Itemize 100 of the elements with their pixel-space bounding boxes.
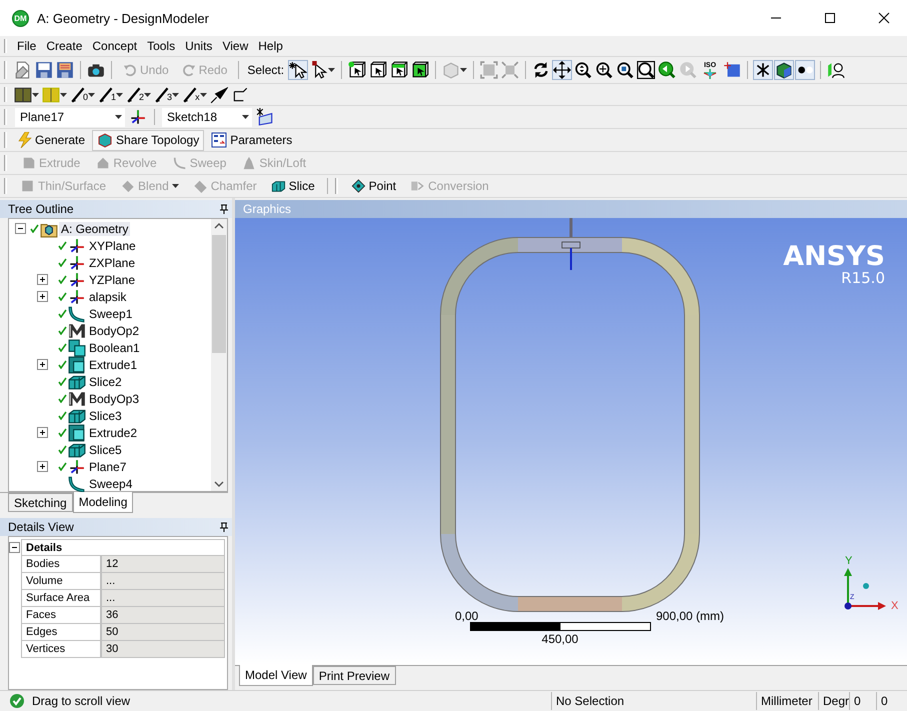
redo-icon	[182, 63, 196, 77]
figure-icon[interactable]	[827, 61, 846, 79]
caret-icon[interactable]	[115, 115, 122, 119]
tree-item[interactable]: YZPlane	[87, 272, 138, 286]
caret-icon[interactable]	[200, 92, 207, 96]
plane-icon	[68, 254, 86, 272]
collapse-icon[interactable]	[9, 542, 20, 553]
pin-icon[interactable]	[220, 204, 228, 214]
tree-item[interactable]: Boolean1	[87, 340, 142, 354]
tree-item[interactable]: alapsik	[87, 290, 128, 304]
expand-icon[interactable]	[37, 461, 48, 472]
face-select-icon[interactable]	[390, 61, 408, 79]
body-select-icon[interactable]	[411, 61, 430, 79]
tree-item[interactable]: Extrude1	[87, 358, 140, 372]
save-icon[interactable]	[35, 61, 53, 79]
tree-item[interactable]: Sweep1	[87, 306, 134, 320]
zoom-to-fit-icon[interactable]	[616, 61, 634, 79]
subscript-label: 1	[111, 92, 116, 102]
tree-item[interactable]: Extrude2	[87, 426, 140, 440]
menu-item[interactable]: Tools	[143, 39, 180, 53]
chamfer-icon	[192, 179, 208, 193]
plane-icon	[68, 458, 86, 476]
caret-icon[interactable]	[116, 92, 124, 96]
property-value: ...	[101, 590, 225, 607]
previous-view-icon[interactable]	[658, 61, 676, 79]
slice-icon	[270, 179, 286, 193]
blend-icon	[120, 179, 136, 193]
scale-label: 900,00 (mm)	[656, 609, 724, 623]
expand-icon[interactable]	[37, 359, 48, 370]
axis-label: X	[891, 600, 898, 612]
pin-icon[interactable]	[210, 86, 228, 104]
scrollbar[interactable]	[211, 219, 227, 491]
plane-icon[interactable]	[129, 108, 147, 126]
vertex-select-icon[interactable]	[348, 61, 366, 79]
panel-tab[interactable]: Modeling	[72, 492, 134, 513]
caret-icon[interactable]	[328, 68, 336, 72]
expand-icon[interactable]	[37, 427, 48, 438]
view-tab[interactable]: Model View	[239, 665, 313, 686]
menu-item[interactable]: File	[13, 39, 40, 53]
axis-triad-drawing	[844, 568, 886, 610]
toolbar-button[interactable]: Point	[346, 176, 402, 196]
rotate-icon[interactable]	[532, 61, 550, 79]
swatch-icon[interactable]	[42, 86, 60, 104]
property-value: 50	[101, 624, 225, 641]
toolbar-button[interactable]: Slice	[266, 176, 320, 196]
tree-item[interactable]: Plane7	[87, 460, 128, 474]
caret-icon[interactable]	[88, 92, 96, 96]
caret-icon[interactable]	[172, 92, 180, 96]
subscript-label: 3	[167, 92, 172, 102]
view-tab[interactable]: Print Preview	[312, 666, 396, 685]
caret-icon[interactable]	[60, 92, 67, 96]
toolbar-button[interactable]: Generate	[13, 130, 90, 150]
tree-item[interactable]: ZXPlane	[87, 256, 138, 270]
caret-icon[interactable]	[460, 68, 468, 72]
swatch-icon[interactable]	[14, 86, 32, 104]
tree-item[interactable]: Slice5	[87, 442, 124, 456]
box-zoom-icon[interactable]	[637, 61, 656, 79]
extrude-icon	[22, 156, 36, 170]
tree-item[interactable]: XYPlane	[87, 238, 138, 252]
new-sketch-icon[interactable]	[256, 108, 274, 126]
menu-item[interactable]: View	[218, 39, 252, 53]
cursor-icon[interactable]	[310, 61, 328, 79]
angle-units-status: Degr	[818, 692, 849, 710]
expand-icon[interactable]	[37, 274, 48, 285]
cube-icon[interactable]	[775, 61, 794, 79]
expand-icon[interactable]	[37, 291, 48, 302]
caret-icon[interactable]	[144, 92, 152, 96]
panel-tab[interactable]: Sketching	[8, 493, 73, 512]
tree-item[interactable]: BodyOp3	[87, 392, 142, 406]
tree-item[interactable]: A: Geometry	[59, 222, 130, 236]
pin-icon[interactable]	[220, 522, 228, 532]
sketch-dropdown[interactable]: Sketch18	[162, 108, 252, 126]
thin-icon	[20, 179, 35, 193]
document-icon[interactable]	[14, 61, 32, 79]
caret-icon[interactable]	[242, 115, 249, 119]
menu-item[interactable]: Help	[254, 39, 287, 53]
app-logo: DM	[12, 10, 29, 26]
toolbar-button[interactable]: Share Topology	[92, 130, 204, 150]
pan-icon[interactable]	[553, 61, 572, 79]
collapse-icon[interactable]	[15, 223, 26, 234]
tree-item[interactable]: Slice3	[87, 408, 124, 422]
menu-item[interactable]: Concept	[88, 39, 142, 53]
toolbar-button[interactable]: Parameters	[206, 130, 298, 150]
edge-select-icon[interactable]	[369, 61, 388, 79]
save-as-icon[interactable]	[56, 61, 74, 79]
display-plane-icon[interactable]	[723, 61, 742, 79]
scale-label: 450,00	[542, 632, 578, 646]
triad-icon[interactable]	[754, 61, 772, 79]
scroll-thumb[interactable]	[212, 235, 226, 353]
cursor-icon[interactable]	[289, 61, 308, 79]
menu-item[interactable]: Units	[181, 39, 216, 53]
tree-item[interactable]: Slice2	[87, 374, 124, 388]
dots-icon[interactable]	[796, 61, 814, 79]
tree-item[interactable]: Sweep4	[87, 476, 134, 490]
caret-icon[interactable]	[32, 92, 39, 96]
zoom-icon[interactable]	[574, 61, 592, 79]
menu-item[interactable]: Create	[42, 39, 86, 53]
tree-item[interactable]: BodyOp2	[87, 324, 142, 338]
plane-dropdown[interactable]: Plane17	[15, 108, 125, 126]
zoom-in-icon[interactable]	[595, 61, 614, 79]
